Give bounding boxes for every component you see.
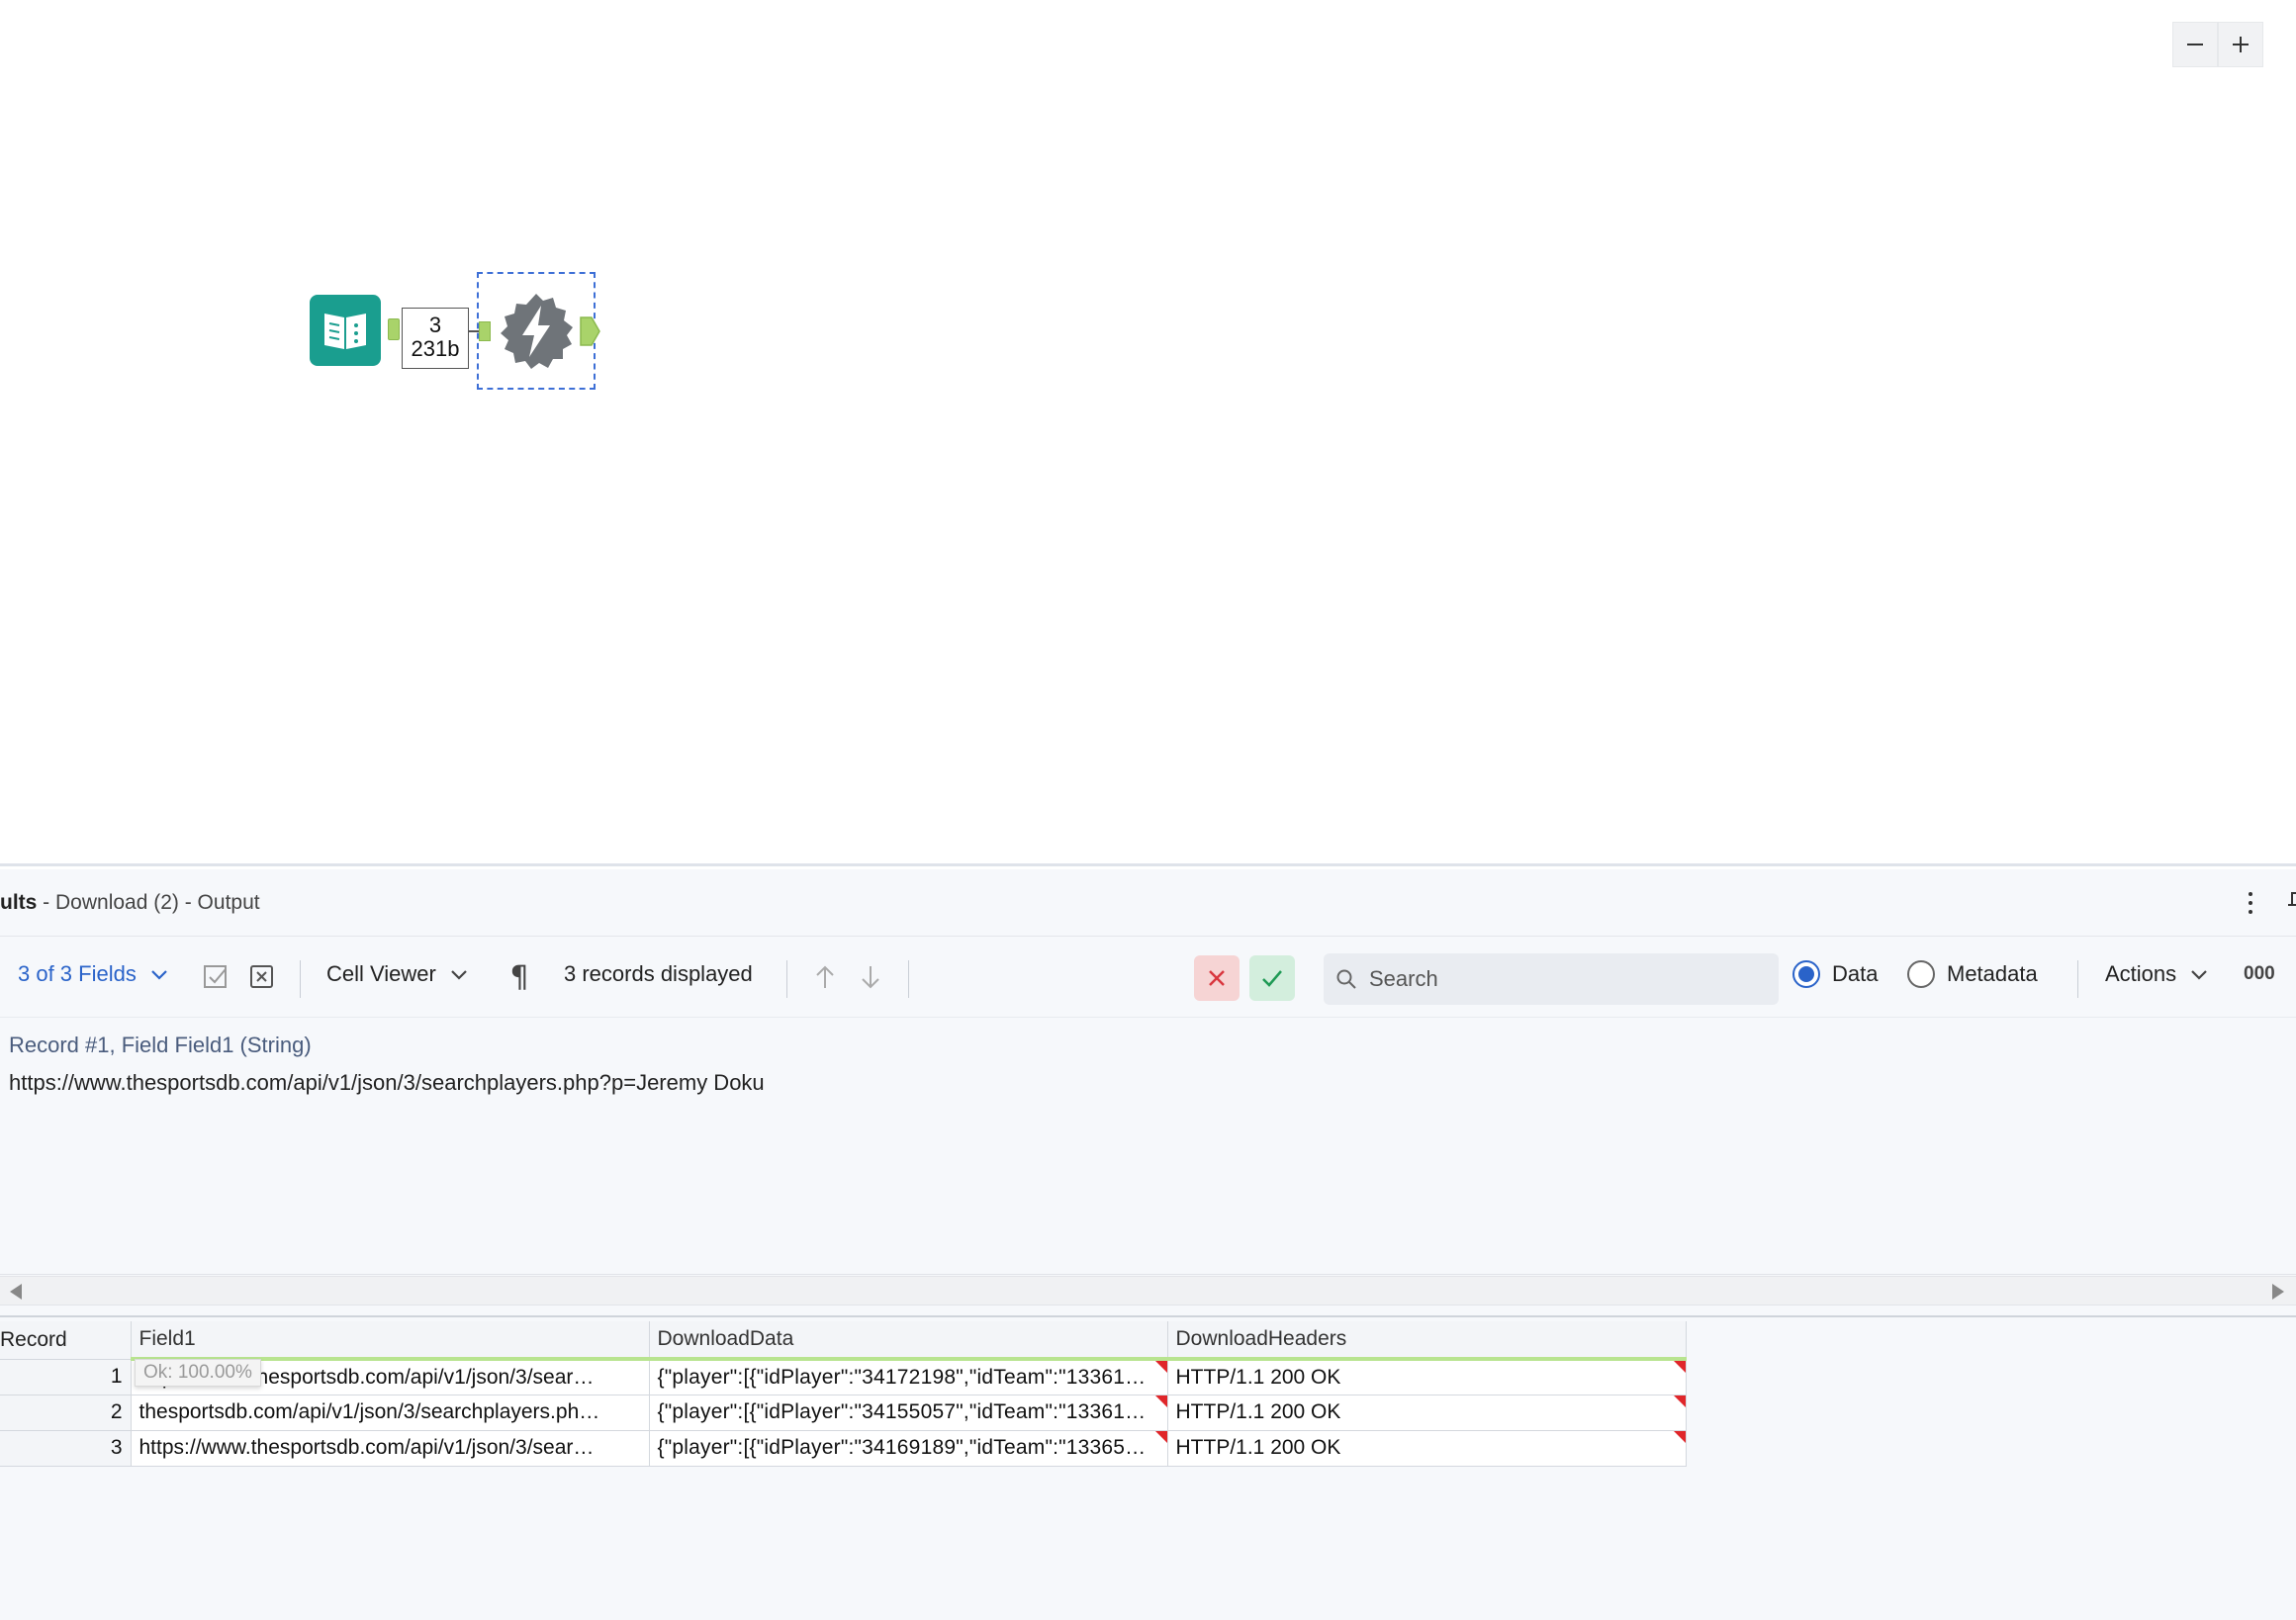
records-displayed: 3 records displayed bbox=[564, 961, 753, 987]
results-toolbar: 3 of 3 Fields Cell Viewer ¶ 3 records di… bbox=[0, 937, 2296, 1018]
table-row[interactable]: 2 thesportsdb.com/api/v1/json/3/searchpl… bbox=[0, 1395, 1687, 1431]
cell-viewer-dropdown[interactable]: Cell Viewer bbox=[326, 961, 470, 987]
book-icon bbox=[324, 314, 366, 349]
cell-viewer-value[interactable]: https://www.thesportsdb.com/api/v1/json/… bbox=[9, 1070, 2287, 1096]
pin-icon[interactable] bbox=[2286, 889, 2296, 917]
downloadheaders-text: HTTP/1.1 200 OK bbox=[1175, 1400, 1341, 1423]
truncation-flag-icon bbox=[1154, 1361, 1166, 1373]
toolbar-divider bbox=[300, 960, 301, 998]
more-options-icon[interactable] bbox=[2245, 889, 2256, 917]
downloaddata-text: {"player":[{"idPlayer":"34169189","idTea… bbox=[657, 1436, 1147, 1459]
truncation-flag-icon bbox=[1673, 1361, 1685, 1373]
results-title-bold: ults bbox=[0, 890, 38, 914]
toolbar-divider bbox=[908, 960, 909, 998]
column-status-tooltip: Ok: 100.00% bbox=[135, 1359, 261, 1387]
record-count-badge: 3 231b bbox=[402, 308, 469, 369]
data-radio-label: Data bbox=[1832, 961, 1879, 986]
downloaddata-cell[interactable]: {"player":[{"idPlayer":"34172198","idTea… bbox=[649, 1359, 1168, 1395]
search-input[interactable] bbox=[1369, 966, 1745, 992]
record-size: 231b bbox=[411, 336, 460, 361]
input-output-anchor[interactable] bbox=[388, 318, 400, 340]
data-radio[interactable]: Data bbox=[1792, 960, 1878, 988]
downloadheaders-text: HTTP/1.1 200 OK bbox=[1175, 1365, 1341, 1389]
downloaddata-text: {"player":[{"idPlayer":"34172198","idTea… bbox=[657, 1365, 1147, 1389]
field1-cell[interactable]: thesportsdb.com/api/v1/json/3/searchplay… bbox=[131, 1395, 650, 1431]
fields-selector-label: 3 of 3 Fields bbox=[18, 961, 137, 986]
column-header-downloadheaders[interactable]: DownloadHeaders bbox=[1167, 1321, 1687, 1361]
lightning-bolt-icon bbox=[501, 294, 573, 369]
results-header: ults - Download (2) - Output bbox=[0, 869, 2296, 937]
record-cell[interactable]: 3 bbox=[0, 1430, 132, 1467]
download-tool[interactable] bbox=[497, 292, 576, 371]
check-icon bbox=[1262, 970, 1282, 987]
input-data-tool[interactable] bbox=[310, 295, 381, 366]
download-output-anchor[interactable] bbox=[580, 315, 601, 348]
column-header-field1[interactable]: Field1 bbox=[131, 1321, 650, 1361]
results-title-rest: - Download (2) - Output bbox=[37, 890, 260, 914]
deselect-all-icon[interactable] bbox=[248, 963, 276, 991]
record-count: 3 bbox=[428, 313, 442, 337]
search-box[interactable] bbox=[1324, 953, 1779, 1005]
number-format-toggle[interactable]: 000 bbox=[2244, 963, 2275, 985]
downloaddata-cell[interactable]: {"player":[{"idPlayer":"34169189","idTea… bbox=[649, 1430, 1168, 1467]
chevron-down-icon bbox=[2191, 970, 2207, 980]
error-filter-button[interactable] bbox=[1194, 955, 1240, 1001]
cell-viewer-label: Cell Viewer bbox=[326, 961, 436, 986]
truncation-flag-icon bbox=[1673, 1395, 1685, 1407]
pilcrow-icon[interactable]: ¶ bbox=[506, 960, 532, 995]
arrow-down-icon[interactable] bbox=[857, 962, 884, 992]
fields-selector[interactable]: 3 of 3 Fields bbox=[18, 961, 170, 987]
actions-dropdown[interactable]: Actions bbox=[2105, 961, 2210, 987]
scroll-right-icon[interactable] bbox=[2272, 1284, 2284, 1300]
chevron-down-icon bbox=[451, 970, 467, 980]
metadata-radio[interactable]: Metadata bbox=[1907, 960, 2038, 988]
data-grid-area: Record Field1 DownloadData DownloadHeade… bbox=[0, 1315, 2296, 1620]
downloadheaders-cell[interactable]: HTTP/1.1 200 OK bbox=[1167, 1359, 1687, 1395]
records-displayed-label: 3 records displayed bbox=[564, 961, 753, 986]
downloadheaders-text: HTTP/1.1 200 OK bbox=[1175, 1436, 1341, 1459]
toolbar-divider bbox=[2077, 960, 2078, 998]
table-row[interactable]: 3 https://www.thesportsdb.com/api/v1/jso… bbox=[0, 1430, 1687, 1467]
select-all-icon[interactable] bbox=[202, 963, 230, 991]
truncation-flag-icon bbox=[1154, 1395, 1166, 1407]
downloaddata-text: {"player":[{"idPlayer":"34155057","idTea… bbox=[657, 1400, 1147, 1423]
record-cell[interactable]: 2 bbox=[0, 1395, 132, 1431]
cell-viewer-pane: Record #1, Field Field1 (String) https:/… bbox=[0, 1018, 2296, 1275]
workflow-canvas[interactable]: 3 231b bbox=[0, 0, 2296, 866]
downloaddata-cell[interactable]: {"player":[{"idPlayer":"34155057","idTea… bbox=[649, 1395, 1168, 1431]
truncation-flag-icon bbox=[1154, 1430, 1166, 1443]
zoom-in-button[interactable] bbox=[2218, 22, 2263, 67]
downloadheaders-cell[interactable]: HTTP/1.1 200 OK bbox=[1167, 1395, 1687, 1431]
column-header-downloaddata[interactable]: DownloadData bbox=[649, 1321, 1168, 1361]
download-input-anchor[interactable] bbox=[479, 321, 491, 341]
cell-viewer-label-text: Record #1, Field Field1 (String) bbox=[9, 1033, 312, 1057]
horizontal-scrollbar[interactable] bbox=[0, 1276, 2296, 1305]
close-icon bbox=[1209, 970, 1225, 986]
arrow-up-icon[interactable] bbox=[811, 962, 839, 992]
truncation-flag-icon bbox=[1673, 1430, 1685, 1443]
column-header-record[interactable]: Record bbox=[0, 1321, 132, 1360]
record-cell[interactable]: 1 bbox=[0, 1359, 132, 1395]
plus-icon bbox=[2233, 37, 2249, 52]
data-grid: Record Field1 DownloadData DownloadHeade… bbox=[0, 1321, 1687, 1467]
results-title: ults - Download (2) - Output bbox=[0, 891, 260, 915]
zoom-controls bbox=[2172, 22, 2263, 67]
chevron-down-icon bbox=[151, 970, 167, 980]
zoom-out-button[interactable] bbox=[2172, 22, 2218, 67]
toolbar-divider bbox=[786, 960, 787, 998]
minus-icon bbox=[2187, 44, 2203, 45]
metadata-radio-label: Metadata bbox=[1947, 961, 2038, 986]
metadata-radio-button[interactable] bbox=[1907, 960, 1935, 988]
downloadheaders-cell[interactable]: HTTP/1.1 200 OK bbox=[1167, 1430, 1687, 1467]
field1-cell[interactable]: https://www.thesportsdb.com/api/v1/json/… bbox=[131, 1430, 650, 1467]
success-filter-button[interactable] bbox=[1249, 955, 1295, 1001]
actions-label: Actions bbox=[2105, 961, 2177, 986]
number-format-label: 000 bbox=[2244, 963, 2275, 984]
scroll-left-icon[interactable] bbox=[10, 1284, 22, 1300]
search-icon bbox=[1336, 969, 1356, 989]
data-radio-button[interactable] bbox=[1792, 960, 1820, 988]
